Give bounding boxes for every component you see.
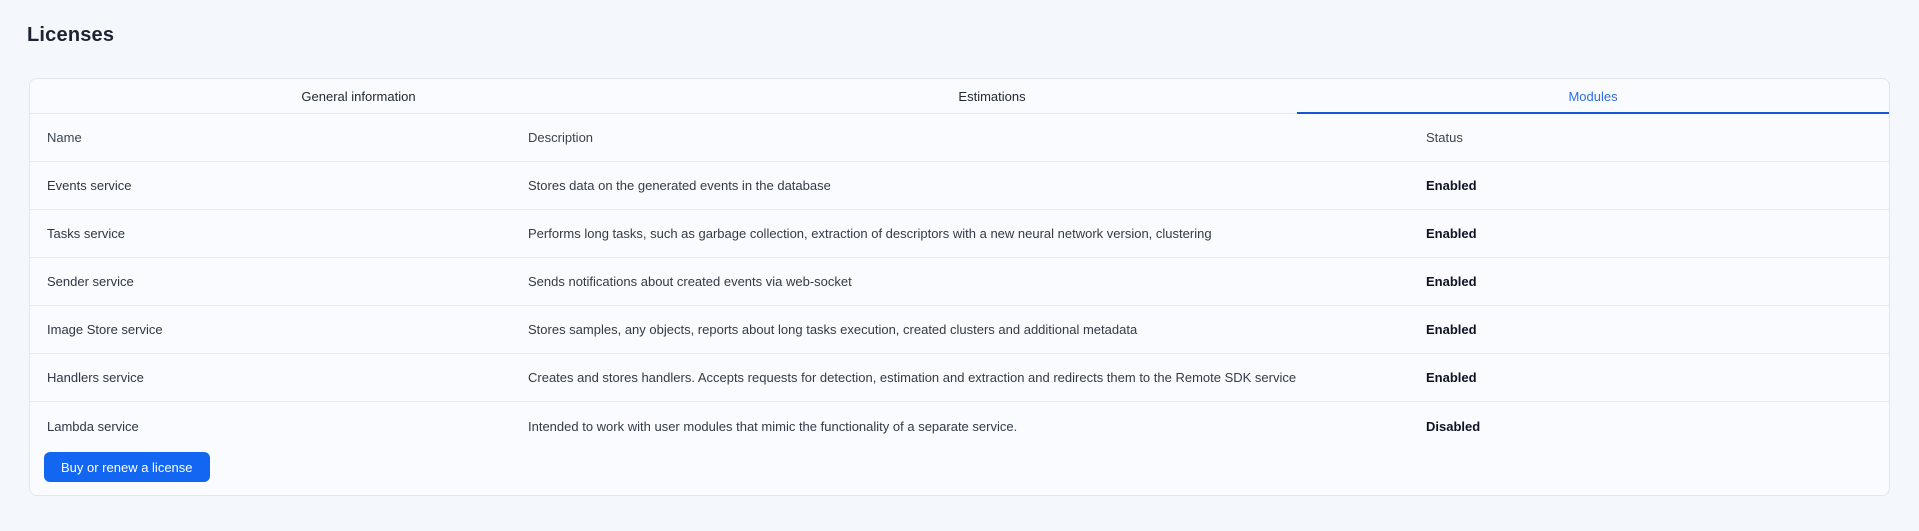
buy-or-renew-license-button[interactable]: Buy or renew a license bbox=[44, 452, 210, 482]
table-row-handlers-service: Handlers service Creates and stores hand… bbox=[30, 354, 1889, 402]
module-description: Sends notifications about created events… bbox=[511, 274, 1409, 289]
tab-modules-label: Modules bbox=[1568, 89, 1617, 104]
column-header-description: Description bbox=[511, 130, 1409, 145]
tab-general-information[interactable]: General information bbox=[30, 79, 687, 113]
table-row-events-service: Events service Stores data on the genera… bbox=[30, 162, 1889, 210]
table-row-image-store-service: Image Store service Stores samples, any … bbox=[30, 306, 1889, 354]
tab-general-information-label: General information bbox=[301, 89, 415, 104]
module-description: Creates and stores handlers. Accepts req… bbox=[511, 370, 1409, 385]
tab-estimations-label: Estimations bbox=[958, 89, 1025, 104]
module-name: Handlers service bbox=[30, 370, 511, 385]
tab-estimations[interactable]: Estimations bbox=[687, 79, 1297, 113]
module-status: Enabled bbox=[1409, 370, 1889, 385]
module-name: Lambda service bbox=[30, 419, 511, 434]
module-status: Enabled bbox=[1409, 322, 1889, 337]
tab-modules[interactable]: Modules bbox=[1297, 79, 1889, 113]
card-footer: Buy or renew a license bbox=[30, 450, 1889, 495]
module-description: Intended to work with user modules that … bbox=[511, 419, 1409, 434]
module-description: Performs long tasks, such as garbage col… bbox=[511, 226, 1409, 241]
module-description: Stores samples, any objects, reports abo… bbox=[511, 322, 1409, 337]
table-header-row: Name Description Status bbox=[30, 114, 1889, 162]
table-row-lambda-service: Lambda service Intended to work with use… bbox=[30, 402, 1889, 450]
table-row-sender-service: Sender service Sends notifications about… bbox=[30, 258, 1889, 306]
column-header-status: Status bbox=[1409, 130, 1889, 145]
licenses-page: Licenses General information Estimations… bbox=[0, 0, 1919, 496]
page-title: Licenses bbox=[27, 20, 1890, 50]
module-status: Enabled bbox=[1409, 274, 1889, 289]
module-status: Enabled bbox=[1409, 178, 1889, 193]
module-status: Disabled bbox=[1409, 419, 1889, 434]
module-name: Tasks service bbox=[30, 226, 511, 241]
table-row-tasks-service: Tasks service Performs long tasks, such … bbox=[30, 210, 1889, 258]
modules-card: General information Estimations Modules … bbox=[29, 78, 1890, 496]
column-header-name: Name bbox=[30, 130, 511, 145]
module-name: Sender service bbox=[30, 274, 511, 289]
module-description: Stores data on the generated events in t… bbox=[511, 178, 1409, 193]
module-name: Image Store service bbox=[30, 322, 511, 337]
license-tabs: General information Estimations Modules bbox=[30, 79, 1889, 114]
module-status: Enabled bbox=[1409, 226, 1889, 241]
module-name: Events service bbox=[30, 178, 511, 193]
